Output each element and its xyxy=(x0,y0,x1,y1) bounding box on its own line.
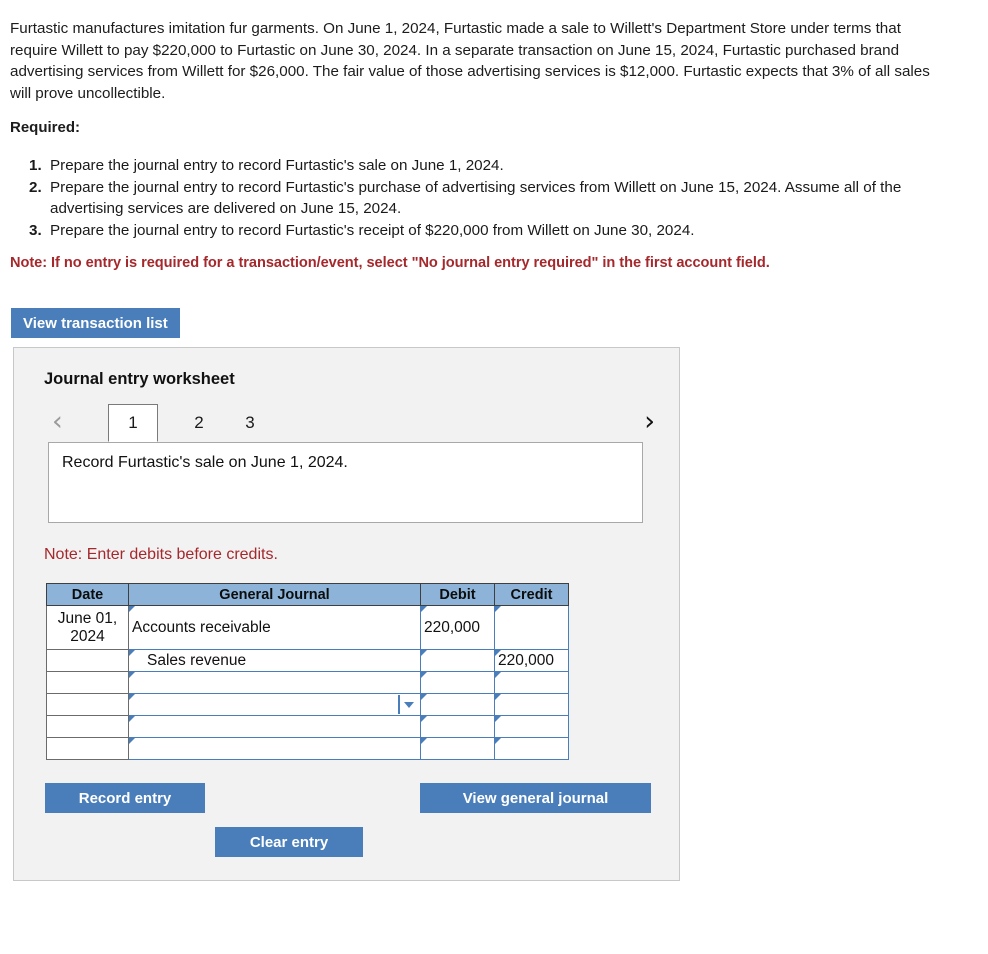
cell-account[interactable] xyxy=(128,715,421,738)
problem-statement: Furtastic manufactures imitation fur gar… xyxy=(10,20,930,102)
column-header-credit: Credit xyxy=(494,583,569,606)
view-transaction-list-button[interactable]: View transaction list xyxy=(11,308,180,338)
column-header-date: Date xyxy=(46,583,129,606)
cell-credit[interactable] xyxy=(494,605,569,650)
cell-account[interactable] xyxy=(128,671,421,694)
cell-debit[interactable] xyxy=(420,693,495,716)
requirements-list: 1. Prepare the journal entry to record F… xyxy=(10,155,940,242)
table-row xyxy=(46,693,569,716)
cell-debit-value: 220,000 xyxy=(424,618,481,636)
cell-date[interactable] xyxy=(46,671,129,694)
cell-account-dropdown[interactable] xyxy=(128,693,421,716)
requirement-text: Prepare the journal entry to record Furt… xyxy=(50,222,695,239)
table-row xyxy=(46,671,569,694)
table-row: June 01, 2024 Accounts receivable 220,00… xyxy=(46,605,569,650)
cell-debit[interactable]: 220,000 xyxy=(420,605,495,650)
worksheet-tab-3[interactable]: 3 xyxy=(225,404,275,442)
table-row xyxy=(46,715,569,738)
cell-credit[interactable] xyxy=(494,737,569,760)
next-entry-arrow-icon[interactable]: › xyxy=(644,408,655,435)
table-row xyxy=(46,737,569,760)
cell-date[interactable] xyxy=(46,715,129,738)
required-label: Required: xyxy=(10,119,81,136)
requirement-number: 2. xyxy=(29,179,42,196)
table-row: Sales revenue 220,000 xyxy=(46,649,569,672)
cell-date[interactable] xyxy=(46,693,129,716)
cell-debit[interactable] xyxy=(420,649,495,672)
cell-credit[interactable]: 220,000 xyxy=(494,649,569,672)
entry-description-box: Record Furtastic's sale on June 1, 2024. xyxy=(48,442,643,523)
no-entry-required-note: Note: If no entry is required for a tran… xyxy=(10,255,770,271)
cell-date[interactable]: June 01, 2024 xyxy=(46,605,129,650)
cell-account-value: Sales revenue xyxy=(147,651,247,669)
account-dropdown-toggle[interactable] xyxy=(398,695,418,714)
worksheet-tab-strip: ‹ 1 2 3 › xyxy=(40,404,655,444)
chevron-down-icon xyxy=(404,701,414,708)
cell-debit[interactable] xyxy=(420,737,495,760)
enter-debits-before-credits-note: Note: Enter debits before credits. xyxy=(44,546,278,563)
cell-credit[interactable] xyxy=(494,671,569,694)
cell-credit-value: 220,000 xyxy=(498,651,555,669)
worksheet-title: Journal entry worksheet xyxy=(44,370,235,388)
requirement-text: Prepare the journal entry to record Furt… xyxy=(50,179,902,217)
table-header-row: Date General Journal Debit Credit xyxy=(46,583,569,606)
cell-debit[interactable] xyxy=(420,671,495,694)
general-journal-table: Date General Journal Debit Credit June 0… xyxy=(46,583,569,760)
requirement-item: 2. Prepare the journal entry to record F… xyxy=(10,177,940,219)
view-general-journal-button[interactable]: View general journal xyxy=(420,783,651,813)
cell-account[interactable] xyxy=(128,737,421,760)
requirement-number: 1. xyxy=(29,157,42,174)
worksheet-tab-2[interactable]: 2 xyxy=(174,404,224,442)
entry-description-text: Record Furtastic's sale on June 1, 2024. xyxy=(62,454,348,471)
requirement-item: 3. Prepare the journal entry to record F… xyxy=(10,220,940,241)
cell-account-value: Accounts receivable xyxy=(132,618,271,636)
cell-date[interactable] xyxy=(46,737,129,760)
journal-entry-worksheet-panel: Journal entry worksheet ‹ 1 2 3 › Record… xyxy=(13,347,680,881)
cell-credit[interactable] xyxy=(494,715,569,738)
clear-entry-button[interactable]: Clear entry xyxy=(215,827,363,857)
requirement-item: 1. Prepare the journal entry to record F… xyxy=(10,155,940,176)
record-entry-button[interactable]: Record entry xyxy=(45,783,205,813)
cell-account[interactable]: Accounts receivable xyxy=(128,605,421,650)
requirement-text: Prepare the journal entry to record Furt… xyxy=(50,157,504,174)
worksheet-tab-1[interactable]: 1 xyxy=(108,404,158,442)
cell-debit[interactable] xyxy=(420,715,495,738)
prev-entry-arrow-icon[interactable]: ‹ xyxy=(52,408,63,435)
requirement-number: 3. xyxy=(29,222,42,239)
cell-credit[interactable] xyxy=(494,693,569,716)
column-header-debit: Debit xyxy=(420,583,495,606)
column-header-general-journal: General Journal xyxy=(128,583,421,606)
cell-date[interactable] xyxy=(46,649,129,672)
cell-account[interactable]: Sales revenue xyxy=(128,649,421,672)
